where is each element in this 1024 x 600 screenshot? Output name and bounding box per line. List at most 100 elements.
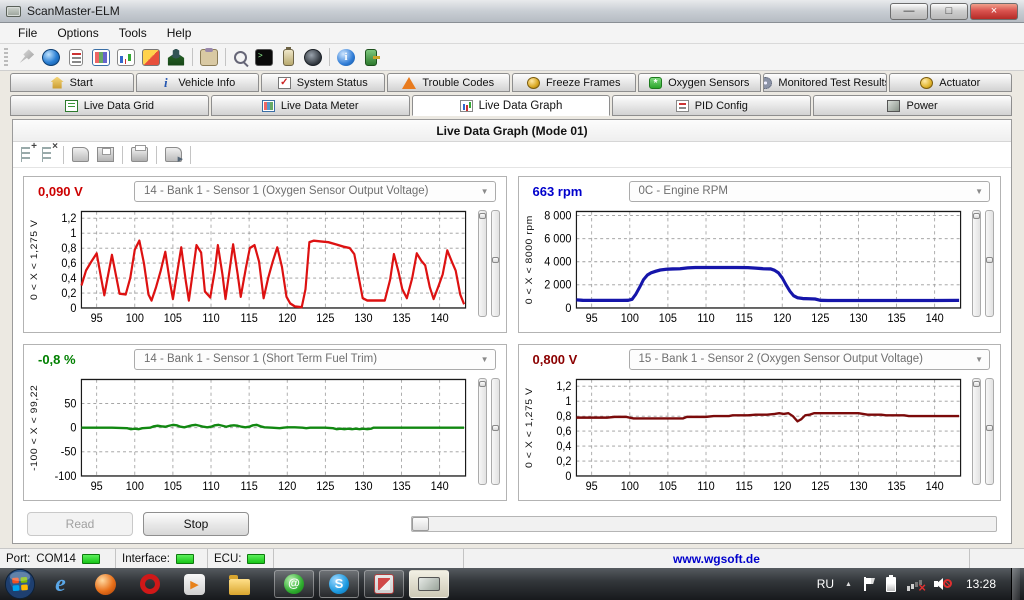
scrollbar-thumb[interactable] <box>412 517 429 531</box>
explorer-folder-icon[interactable] <box>229 579 250 595</box>
tab-monitored-test-results[interactable]: Monitored Test Results <box>763 73 887 92</box>
close-button[interactable]: × <box>970 3 1018 20</box>
offset-slider[interactable] <box>491 378 500 485</box>
clipboard-icon[interactable] <box>200 49 218 66</box>
remove-pid-icon[interactable] <box>42 147 51 162</box>
svg-text:130: 130 <box>849 313 867 326</box>
toolbar-separator <box>329 48 330 66</box>
user-icon[interactable] <box>167 49 185 66</box>
chip-icon <box>418 577 440 591</box>
scanmaster-app-button[interactable] <box>409 570 449 598</box>
menu-help[interactable]: Help <box>157 24 202 42</box>
tab-live-data-grid[interactable]: Live Data Grid <box>10 95 209 116</box>
pid-select[interactable]: 15 - Bank 1 - Sensor 2 (Oxygen Sensor Ou… <box>629 349 991 370</box>
tab-row-live-data: Live Data Grid Live Data Meter Live Data… <box>0 93 1024 116</box>
tab-trouble-codes[interactable]: Trouble Codes <box>387 73 511 92</box>
svg-text:-100 < X < 99,22: -100 < X < 99,22 <box>29 385 39 471</box>
search-icon[interactable] <box>234 51 247 64</box>
language-indicator[interactable]: RU <box>817 577 834 591</box>
tab-start[interactable]: Start <box>10 73 134 92</box>
opera-icon[interactable] <box>140 574 160 594</box>
add-pid-icon[interactable] <box>21 147 30 162</box>
svg-text:105: 105 <box>658 481 676 494</box>
tab-system-status[interactable]: ✓System Status <box>261 73 385 92</box>
svg-text:130: 130 <box>849 481 867 494</box>
menu-options[interactable]: Options <box>47 24 108 42</box>
exit-icon[interactable] <box>365 49 377 66</box>
tab-freeze-frames[interactable]: Freeze Frames <box>512 73 636 92</box>
list-icon <box>65 100 78 112</box>
offset-slider[interactable] <box>985 210 994 317</box>
status-right <box>970 549 1024 568</box>
show-desktop-button[interactable] <box>1011 568 1020 600</box>
svg-text:0,2: 0,2 <box>556 455 571 468</box>
svg-text:0,8: 0,8 <box>61 243 76 256</box>
pid-select[interactable]: 14 - Bank 1 - Sensor 1 (Oxygen Sensor Ou… <box>134 181 496 202</box>
battery-icon[interactable] <box>283 49 294 66</box>
checkbox-icon: ✓ <box>278 77 291 89</box>
gauge-icon[interactable] <box>304 49 322 66</box>
window-titlebar[interactable]: ScanMaster-ELM — □ × <box>0 0 1024 23</box>
chart-icon <box>460 100 473 112</box>
minimize-button[interactable]: — <box>890 3 928 20</box>
menu-file[interactable]: File <box>8 24 47 42</box>
chevron-down-icon: ▼ <box>481 355 489 364</box>
pid-select[interactable]: 14 - Bank 1 - Sensor 1 (Short Term Fuel … <box>134 349 496 370</box>
connect-plug-icon[interactable] <box>17 49 35 66</box>
offset-slider[interactable] <box>491 210 500 317</box>
svg-text:110: 110 <box>697 481 714 494</box>
volume-muted-icon[interactable] <box>934 577 951 591</box>
info-icon[interactable]: i <box>337 49 355 66</box>
meter-view-icon[interactable] <box>117 49 135 66</box>
home-icon <box>51 77 64 89</box>
tab-actuator[interactable]: Actuator <box>889 73 1013 92</box>
icq-app-button[interactable]: @ <box>274 570 314 598</box>
print-icon[interactable] <box>131 147 148 162</box>
graph-view-icon[interactable] <box>142 49 160 66</box>
grid-view-icon[interactable] <box>92 49 110 66</box>
scale-slider[interactable] <box>972 378 981 485</box>
tab-oxygen-sensors[interactable]: *Oxygen Sensors <box>638 73 762 92</box>
scale-slider[interactable] <box>478 210 487 317</box>
menu-bar: File Options Tools Help <box>0 23 1024 44</box>
action-center-flag-icon[interactable] <box>863 577 875 591</box>
svg-text:0 < X < 1,275 V: 0 < X < 1,275 V <box>524 387 534 467</box>
network-disconnected-icon[interactable] <box>907 577 923 591</box>
save-icon[interactable] <box>97 147 114 162</box>
status-spacer <box>274 549 464 568</box>
pid-select[interactable]: 0C - Engine RPM▼ <box>629 181 991 202</box>
battery-icon[interactable] <box>886 577 896 592</box>
scale-slider[interactable] <box>972 210 981 317</box>
report-icon[interactable] <box>69 49 83 66</box>
internet-explorer-icon[interactable]: e <box>50 574 71 595</box>
history-scrollbar[interactable] <box>411 516 997 532</box>
oxygen-icon: * <box>649 77 662 89</box>
stop-button[interactable]: Stop <box>143 512 249 536</box>
tab-power[interactable]: Power <box>813 95 1012 116</box>
svg-text:0: 0 <box>70 422 76 435</box>
terminal-icon[interactable] <box>255 49 273 66</box>
tab-live-data-meter[interactable]: Live Data Meter <box>211 95 410 116</box>
menu-tools[interactable]: Tools <box>109 24 157 42</box>
firefox-icon[interactable] <box>95 574 116 595</box>
scale-slider[interactable] <box>478 378 487 485</box>
export-icon[interactable] <box>165 147 182 162</box>
image-app-button[interactable] <box>364 570 404 598</box>
skype-app-button[interactable]: S <box>319 570 359 598</box>
offset-slider[interactable] <box>985 378 994 485</box>
open-icon[interactable] <box>72 147 89 162</box>
restore-button[interactable]: □ <box>930 3 968 20</box>
tab-live-data-graph[interactable]: Live Data Graph <box>412 95 611 116</box>
toolbar-separator <box>192 48 193 66</box>
svg-text:8 000: 8 000 <box>544 210 571 223</box>
tab-vehicle-info[interactable]: iVehicle Info <box>136 73 260 92</box>
taskbar-clock[interactable]: 13:28 <box>966 577 996 591</box>
globe-icon[interactable] <box>42 49 60 66</box>
website-link[interactable]: www.wgsoft.de <box>464 549 970 568</box>
tray-expand-icon[interactable]: ▲ <box>845 581 852 588</box>
read-button[interactable]: Read <box>27 512 133 536</box>
port-value: COM14 <box>36 553 76 565</box>
media-player-icon[interactable] <box>184 574 205 595</box>
tab-pid-config[interactable]: PID Config <box>612 95 811 116</box>
start-orb[interactable] <box>4 568 36 600</box>
